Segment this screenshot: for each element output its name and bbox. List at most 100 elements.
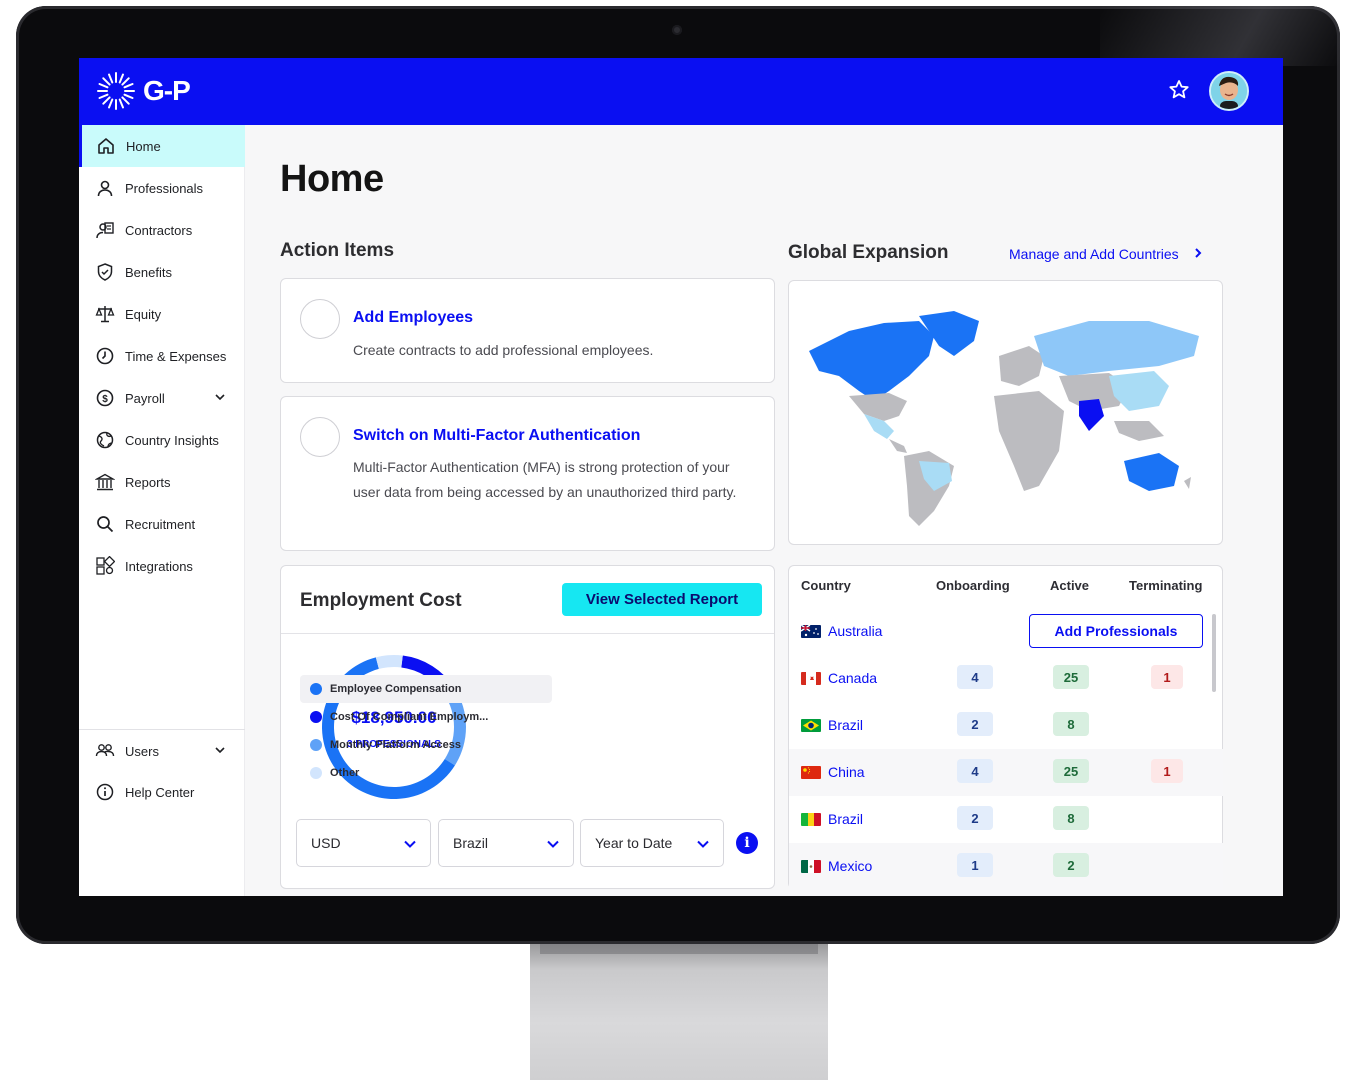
onboarding-count-badge[interactable]: 4 — [957, 759, 993, 783]
country-select[interactable]: Brazil — [438, 819, 574, 867]
sidebar-item-benefits[interactable]: Benefits — [79, 251, 245, 293]
map-europe — [999, 346, 1044, 386]
sidebar-item-label: Time & Expenses — [125, 348, 227, 364]
action-item-card[interactable]: Switch on Multi-Factor Authentication Mu… — [280, 396, 775, 551]
sidebar-item-label: Professionals — [125, 180, 204, 196]
sidebar-item-label: Payroll — [125, 390, 165, 406]
active-count-badge[interactable]: 8 — [1053, 712, 1089, 736]
monitor-stand — [530, 938, 828, 1080]
sidebar-item-users[interactable]: Users — [79, 730, 245, 772]
table-row: Australia Add Professionals — [789, 608, 1223, 655]
chevron-down-icon — [404, 840, 416, 848]
table-scrollbar[interactable] — [1212, 614, 1216, 692]
action-item-title[interactable]: Add Employees — [353, 309, 473, 327]
star-icon[interactable] — [1167, 78, 1191, 102]
onboarding-count-badge[interactable]: 2 — [957, 712, 993, 736]
currency-select[interactable]: USD — [296, 819, 431, 867]
clock-icon — [95, 346, 115, 366]
map-usa — [849, 393, 907, 421]
terminating-count-badge[interactable]: 1 — [1151, 759, 1183, 783]
active-count-badge[interactable]: 2 — [1053, 853, 1089, 877]
checkbox-circle[interactable] — [300, 417, 340, 457]
view-selected-report-button[interactable]: View Selected Report — [562, 583, 762, 616]
legend-dot — [310, 767, 322, 779]
active-count-badge[interactable]: 25 — [1053, 665, 1089, 689]
onboarding-count-badge[interactable]: 4 — [957, 665, 993, 689]
mexico-flag-icon — [801, 859, 821, 873]
camera-icon — [672, 25, 682, 35]
app-screen: G-P Home Professionals Contractors Benef… — [79, 58, 1283, 896]
sunburst-logo-icon — [97, 72, 135, 110]
sidebar-item-time-expenses[interactable]: Time & Expenses — [79, 335, 245, 377]
action-item-title[interactable]: Switch on Multi-Factor Authentication — [353, 427, 640, 445]
active-count-badge[interactable]: 8 — [1053, 806, 1089, 830]
avatar-face-icon — [1211, 73, 1247, 109]
legend-item[interactable]: Monthly Platform Access — [300, 731, 552, 759]
sidebar-item-professionals[interactable]: Professionals — [79, 167, 245, 209]
manage-countries-label: Manage and Add Countries — [1009, 246, 1179, 262]
country-name: Brazil — [828, 717, 864, 733]
sidebar-item-help-center[interactable]: Help Center — [79, 771, 245, 813]
checkbox-circle[interactable] — [300, 299, 340, 339]
legend-item[interactable]: Employee Compensation — [300, 675, 552, 703]
sidebar-item-label: Benefits — [125, 264, 172, 280]
sidebar-item-country-insights[interactable]: Country Insights — [79, 419, 245, 461]
map-central-america — [889, 439, 907, 453]
globe-icon — [95, 430, 115, 450]
users-icon — [95, 741, 115, 761]
search-icon — [95, 514, 115, 534]
logo[interactable]: G-P — [95, 70, 191, 112]
info-icon[interactable]: i — [736, 832, 758, 854]
user-avatar[interactable] — [1209, 71, 1249, 111]
select-value: USD — [311, 835, 341, 851]
sidebar-item-integrations[interactable]: Integrations — [79, 545, 245, 587]
sidebar-item-label: Integrations — [125, 558, 193, 574]
global-expansion-title: Global Expansion — [788, 242, 949, 263]
country-cell[interactable]: Brazil — [801, 811, 863, 827]
monitor-glare — [1100, 6, 1340, 66]
country-name: Mexico — [828, 858, 873, 874]
country-name: Brazil — [828, 811, 864, 827]
country-cell[interactable]: Mexico — [801, 858, 872, 874]
terminating-count-badge[interactable]: 1 — [1151, 665, 1183, 689]
sidebar-item-label: Home — [126, 138, 161, 154]
country-cell[interactable]: Australia — [801, 623, 882, 639]
country-cell[interactable]: Brazil — [801, 717, 863, 733]
legend-label: Cost Of Compliant Employm... — [330, 711, 489, 723]
period-select[interactable]: Year to Date — [580, 819, 724, 867]
country-name: China — [828, 764, 865, 780]
sidebar-item-contractors[interactable]: Contractors — [79, 209, 245, 251]
manage-countries-link[interactable]: Manage and Add Countries — [1009, 246, 1205, 262]
action-item-card[interactable]: Add Employees Create contracts to add pr… — [280, 278, 775, 383]
country-name: Australia — [828, 623, 883, 639]
page-title: Home — [280, 158, 384, 200]
legend-label: Monthly Platform Access — [330, 739, 462, 751]
legend-item[interactable]: Cost Of Compliant Employm... — [300, 703, 552, 731]
select-value: Year to Date — [595, 835, 673, 851]
table-header-active: Active — [1050, 578, 1090, 593]
active-count-badge[interactable]: 25 — [1053, 759, 1089, 783]
chevron-down-icon[interactable] — [213, 390, 227, 404]
country-cell[interactable]: Canada — [801, 670, 877, 686]
sidebar-item-label: Country Insights — [125, 432, 219, 448]
onboarding-count-badge[interactable]: 1 — [957, 853, 993, 877]
table-row: Mexico 1 2 — [789, 843, 1223, 890]
sidebar-item-home[interactable]: Home — [79, 125, 245, 167]
world-map[interactable] — [789, 281, 1222, 544]
legend-label: Employee Compensation — [330, 683, 462, 695]
sidebar-item-payroll[interactable]: $ Payroll — [79, 377, 245, 419]
donut-segment[interactable] — [375, 655, 403, 669]
onboarding-count-badge[interactable]: 2 — [957, 806, 993, 830]
legend-item[interactable]: Other — [300, 759, 552, 787]
table-row: Brazil 2 8 — [789, 702, 1223, 749]
chevron-down-icon[interactable] — [213, 743, 227, 757]
add-professionals-button[interactable]: Add Professionals — [1029, 614, 1203, 648]
legend-label: Other — [330, 767, 360, 779]
sidebar-item-reports[interactable]: Reports — [79, 461, 245, 503]
sidebar-item-equity[interactable]: Equity — [79, 293, 245, 335]
scale-icon — [95, 304, 115, 324]
table-header-onboarding: Onboarding — [936, 578, 1010, 593]
china-flag-icon — [801, 765, 821, 779]
sidebar-item-recruitment[interactable]: Recruitment — [79, 503, 245, 545]
country-cell[interactable]: China — [801, 764, 865, 780]
